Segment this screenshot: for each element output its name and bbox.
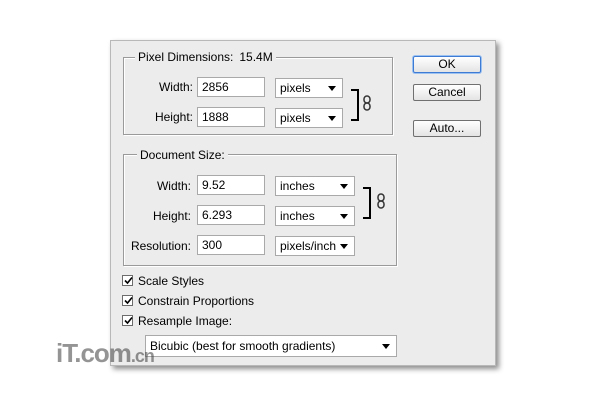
scale-styles-label: Scale Styles [138, 274, 205, 288]
chevron-down-icon [340, 184, 348, 189]
pixel-height-unit-value: pixels [280, 111, 311, 125]
pixel-height-input[interactable] [197, 107, 265, 127]
checkmark-icon [124, 316, 133, 325]
chevron-down-icon [382, 344, 390, 349]
resample-method-select[interactable]: Bicubic (best for smooth gradients) [145, 335, 397, 357]
resolution-input[interactable] [197, 235, 265, 255]
resolution-unit-select[interactable]: pixels/inch [275, 236, 355, 256]
document-height-input[interactable] [197, 205, 265, 225]
watermark-text: iT [56, 338, 75, 368]
auto-button[interactable]: Auto... [413, 120, 481, 137]
resample-method-value: Bicubic (best for smooth gradients) [150, 339, 336, 353]
resolution-label: Resolution: [130, 239, 191, 253]
pixel-dimensions-legend: Pixel Dimensions: 15.4M [135, 50, 276, 64]
pixel-dimensions-size: 15.4M [239, 50, 273, 64]
pixel-width-unit-value: pixels [280, 81, 311, 95]
resample-image-label: Resample Image: [138, 314, 233, 328]
chevron-down-icon [340, 214, 348, 219]
scale-styles-checkbox[interactable] [122, 275, 133, 286]
watermark-text-rest: .com [74, 338, 132, 368]
watermark-suffix: .cn [130, 346, 155, 366]
image-size-dialog: Pixel Dimensions: 15.4M Width: pixels Hei… [110, 40, 496, 366]
pixel-constrain-bracket [351, 89, 359, 121]
document-width-unit-select[interactable]: inches [275, 176, 355, 196]
chevron-down-icon [328, 86, 336, 91]
pixel-dimensions-title: Pixel Dimensions: [138, 50, 234, 64]
constrain-proportions-checkbox[interactable] [122, 295, 133, 306]
document-width-unit-value: inches [280, 179, 315, 193]
document-height-label: Height: [152, 209, 191, 223]
checkmark-icon [124, 296, 133, 305]
ok-button[interactable]: OK [413, 56, 481, 73]
chain-link-icon [363, 95, 371, 111]
pixel-width-label: Width: [158, 80, 193, 94]
document-size-title: Document Size: [137, 148, 228, 162]
pixel-width-unit-select[interactable]: pixels [275, 78, 343, 98]
document-height-unit-value: inches [280, 209, 315, 223]
checkmark-icon [124, 276, 133, 285]
chain-link-icon [377, 193, 385, 209]
cancel-button[interactable]: Cancel [413, 84, 481, 101]
chevron-down-icon [340, 244, 348, 249]
constrain-proportions-label: Constrain Proportions [138, 294, 255, 308]
pixel-height-label: Height: [154, 110, 193, 124]
document-constrain-bracket [363, 187, 371, 219]
document-width-label: Width: [156, 179, 191, 193]
resolution-unit-value: pixels/inch [280, 239, 337, 253]
pixel-height-unit-select[interactable]: pixels [275, 108, 343, 128]
pixel-width-input[interactable] [197, 77, 265, 97]
chevron-down-icon [328, 116, 336, 121]
watermark-logo: iT.com.cn [56, 338, 155, 369]
resample-image-checkbox[interactable] [122, 315, 133, 326]
document-width-input[interactable] [197, 175, 265, 195]
document-height-unit-select[interactable]: inches [275, 206, 355, 226]
